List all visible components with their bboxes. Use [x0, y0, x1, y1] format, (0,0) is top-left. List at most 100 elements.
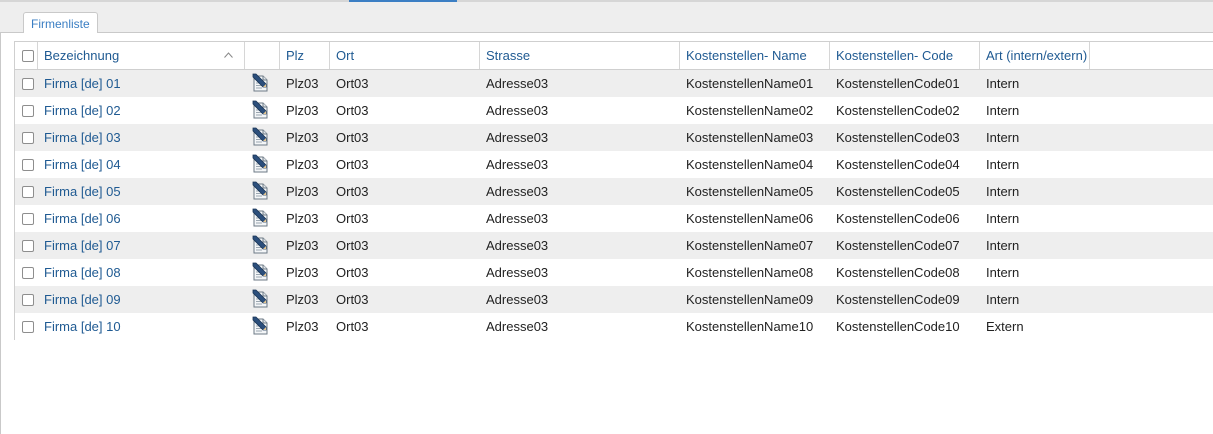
- kostenstellen-name-cell: KostenstellenName10: [686, 319, 814, 334]
- edit-icon[interactable]: [251, 181, 271, 205]
- column-header-ort[interactable]: Ort: [330, 42, 480, 69]
- kostenstellen-code-cell: KostenstellenCode07: [836, 238, 960, 253]
- art-cell: Intern: [986, 238, 1020, 253]
- table-row: Firma [de] 07 Plz03 Ort03 Adresse03 Kost…: [15, 232, 1213, 259]
- ort-cell: Ort03: [336, 157, 369, 172]
- filler-cell: [1090, 97, 1213, 124]
- plz-cell: Plz03: [286, 211, 319, 226]
- firma-link[interactable]: Firma [de] 02: [44, 103, 121, 118]
- edit-cell: [245, 97, 280, 124]
- row-checkbox[interactable]: [22, 186, 34, 198]
- strasse-cell: Adresse03: [486, 76, 549, 91]
- row-checkbox[interactable]: [22, 240, 34, 252]
- plz-cell: Plz03: [286, 292, 319, 307]
- kostenstellen-name-cell: KostenstellenName07: [686, 238, 814, 253]
- column-header-art[interactable]: Art (intern/extern): [980, 42, 1090, 69]
- row-select-cell: [15, 313, 38, 340]
- edit-icon[interactable]: [251, 100, 271, 124]
- edit-icon[interactable]: [251, 154, 271, 178]
- table-header: Bezeichnung Plz Ort Strasse Kostenstelle…: [15, 42, 1213, 70]
- art-cell: Intern: [986, 76, 1020, 91]
- tab-firmenliste[interactable]: Firmenliste: [23, 12, 98, 35]
- bezeichnung-cell: Firma [de] 10: [38, 313, 245, 340]
- table-row: Firma [de] 04 Plz03 Ort03 Adresse03 Kost…: [15, 151, 1213, 178]
- ort-cell: Ort03: [336, 103, 369, 118]
- row-select-cell: [15, 205, 38, 232]
- row-select-cell: [15, 70, 38, 97]
- plz-cell: Plz03: [286, 76, 319, 91]
- row-checkbox[interactable]: [22, 78, 34, 90]
- edit-icon[interactable]: [251, 316, 271, 340]
- column-header-filler: [1090, 42, 1213, 69]
- filler-cell: [1090, 124, 1213, 151]
- row-checkbox[interactable]: [22, 294, 34, 306]
- kostenstellen-code-cell: KostenstellenCode10: [836, 319, 960, 334]
- edit-icon[interactable]: [251, 127, 271, 151]
- ort-cell: Ort03: [336, 184, 369, 199]
- row-select-cell: [15, 151, 38, 178]
- kostenstellen-name-cell: KostenstellenName03: [686, 130, 814, 145]
- row-checkbox[interactable]: [22, 159, 34, 171]
- firmen-panel: Bezeichnung Plz Ort Strasse Kostenstelle…: [0, 33, 1213, 434]
- row-checkbox[interactable]: [22, 267, 34, 279]
- filler-cell: [1090, 205, 1213, 232]
- kostenstellen-code-cell: KostenstellenCode02: [836, 103, 960, 118]
- kostenstellen-code-cell: KostenstellenCode05: [836, 184, 960, 199]
- plz-cell: Plz03: [286, 319, 319, 334]
- art-cell: Intern: [986, 265, 1020, 280]
- plz-cell: Plz03: [286, 184, 319, 199]
- firma-link[interactable]: Firma [de] 09: [44, 292, 121, 307]
- filler-cell: [1090, 151, 1213, 178]
- firma-link[interactable]: Firma [de] 08: [44, 265, 121, 280]
- kostenstellen-code-cell: KostenstellenCode08: [836, 265, 960, 280]
- firma-link[interactable]: Firma [de] 01: [44, 76, 121, 91]
- edit-icon[interactable]: [251, 262, 271, 286]
- ort-cell: Ort03: [336, 292, 369, 307]
- strasse-cell: Adresse03: [486, 157, 549, 172]
- table-row: Firma [de] 08 Plz03 Ort03 Adresse03 Kost…: [15, 259, 1213, 286]
- row-checkbox[interactable]: [22, 105, 34, 117]
- strasse-cell: Adresse03: [486, 265, 549, 280]
- row-checkbox[interactable]: [22, 132, 34, 144]
- row-checkbox[interactable]: [22, 321, 34, 333]
- table-row: Firma [de] 05 Plz03 Ort03 Adresse03 Kost…: [15, 178, 1213, 205]
- row-select-cell: [15, 97, 38, 124]
- edit-cell: [245, 259, 280, 286]
- ort-cell: Ort03: [336, 76, 369, 91]
- row-checkbox[interactable]: [22, 213, 34, 225]
- select-all-checkbox[interactable]: [22, 50, 34, 62]
- firma-link[interactable]: Firma [de] 06: [44, 211, 121, 226]
- firma-link[interactable]: Firma [de] 07: [44, 238, 121, 253]
- select-all-cell: [15, 42, 38, 69]
- edit-icon[interactable]: [251, 208, 271, 232]
- plz-cell: Plz03: [286, 103, 319, 118]
- column-header-kostenstellen-name[interactable]: Kostenstellen- Name: [680, 42, 830, 69]
- firma-link[interactable]: Firma [de] 03: [44, 130, 121, 145]
- art-cell: Intern: [986, 103, 1020, 118]
- ort-cell: Ort03: [336, 238, 369, 253]
- column-header-kostenstellen-code[interactable]: Kostenstellen- Code: [830, 42, 980, 69]
- edit-cell: [245, 232, 280, 259]
- column-header-plz[interactable]: Plz: [280, 42, 330, 69]
- firma-link[interactable]: Firma [de] 05: [44, 184, 121, 199]
- column-header-bezeichnung[interactable]: Bezeichnung: [38, 42, 245, 69]
- art-cell: Intern: [986, 211, 1020, 226]
- art-cell: Intern: [986, 292, 1020, 307]
- bezeichnung-cell: Firma [de] 05: [38, 178, 245, 205]
- strasse-cell: Adresse03: [486, 184, 549, 199]
- edit-cell: [245, 313, 280, 340]
- plz-cell: Plz03: [286, 157, 319, 172]
- art-cell: Intern: [986, 130, 1020, 145]
- edit-icon[interactable]: [251, 235, 271, 259]
- column-header-strasse[interactable]: Strasse: [480, 42, 680, 69]
- edit-icon[interactable]: [251, 289, 271, 313]
- kostenstellen-name-cell: KostenstellenName01: [686, 76, 814, 91]
- kostenstellen-name-cell: KostenstellenName05: [686, 184, 814, 199]
- kostenstellen-code-cell: KostenstellenCode01: [836, 76, 960, 91]
- bezeichnung-cell: Firma [de] 06: [38, 205, 245, 232]
- firma-link[interactable]: Firma [de] 10: [44, 319, 121, 334]
- row-select-cell: [15, 286, 38, 313]
- plz-cell: Plz03: [286, 265, 319, 280]
- firma-link[interactable]: Firma [de] 04: [44, 157, 121, 172]
- edit-icon[interactable]: [251, 73, 271, 97]
